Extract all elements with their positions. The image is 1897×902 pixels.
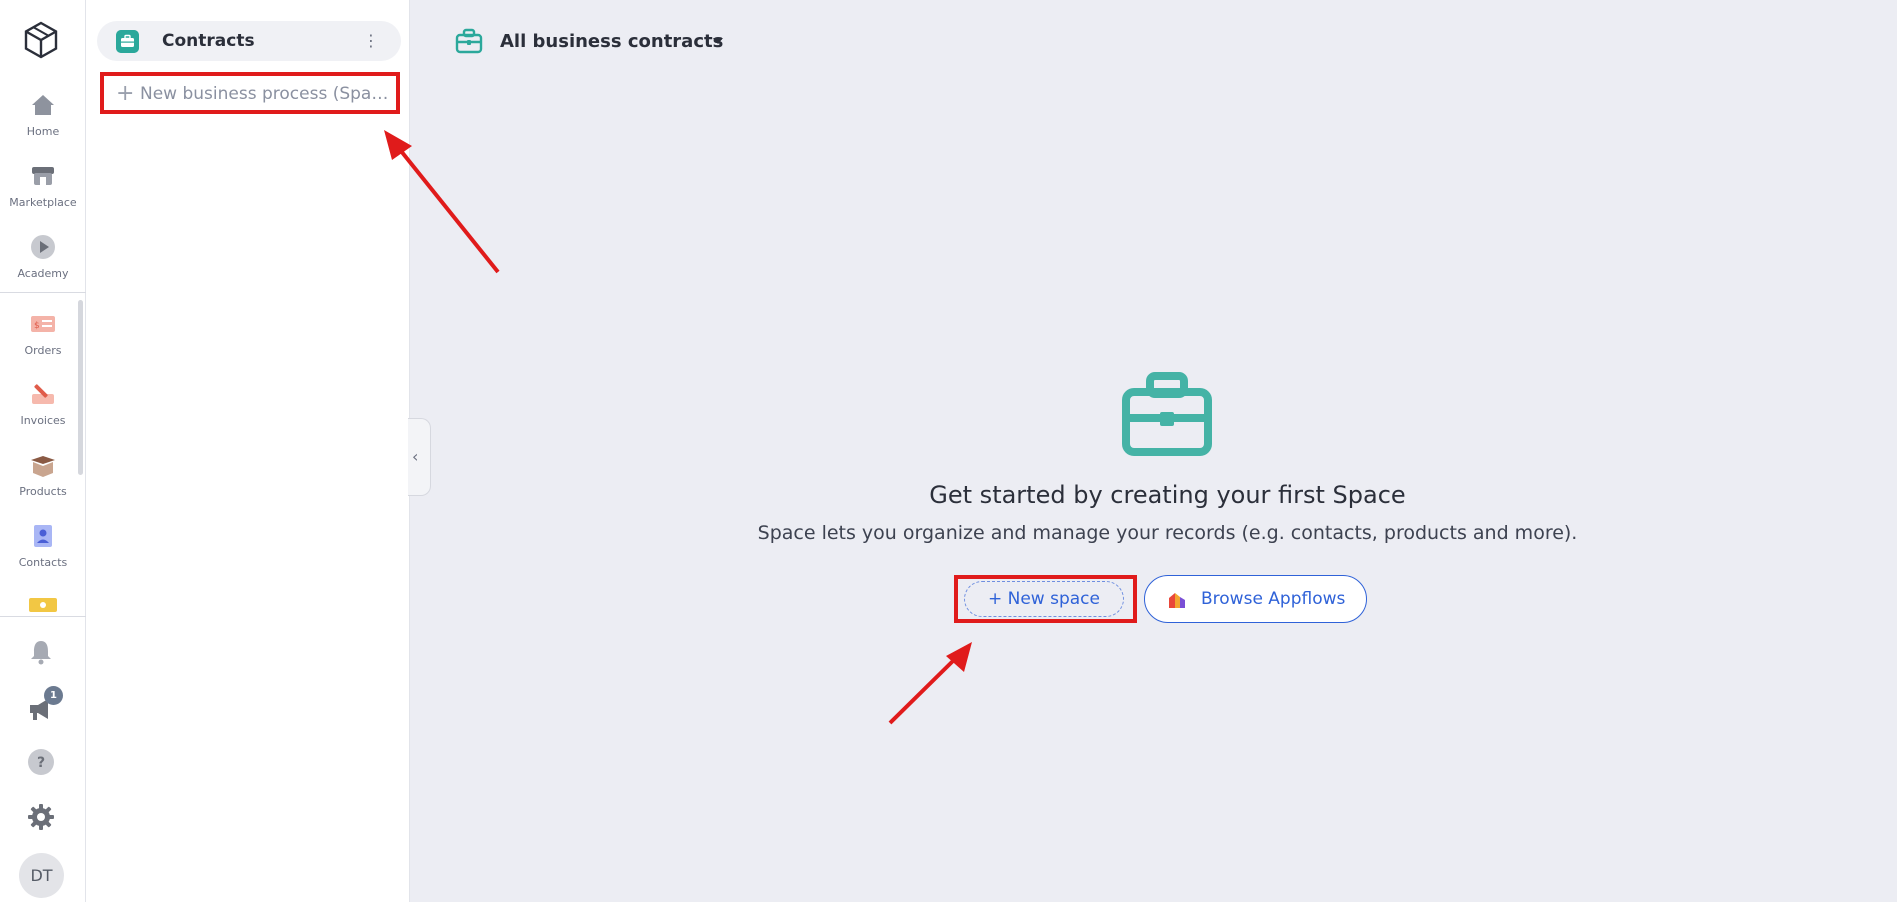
rail-item-label: Contacts	[18, 556, 68, 569]
rail-item-invoices[interactable]: Invoices	[0, 380, 86, 427]
cash-icon[interactable]	[29, 598, 57, 612]
browse-appflows-label: Browse Appflows	[1201, 589, 1346, 609]
rail-divider	[0, 292, 86, 293]
rail-item-academy[interactable]: Academy	[0, 233, 86, 280]
notification-badge: 1	[44, 686, 63, 705]
caret-down-icon[interactable]	[710, 33, 726, 49]
rail-item-label: Academy	[17, 267, 69, 280]
help-icon[interactable]: ?	[26, 747, 56, 777]
new-business-process-button[interactable]: + New business process (Space)	[100, 72, 400, 114]
app-title: Contracts	[162, 31, 255, 51]
store-icon	[32, 167, 54, 185]
play-icon	[31, 235, 55, 259]
svg-text:$: $	[34, 321, 40, 331]
home-icon	[32, 95, 54, 115]
more-vertical-icon[interactable]: ⋮	[363, 31, 379, 50]
app-switcher[interactable]: Contracts ⋮	[97, 21, 401, 61]
chevron-left-icon: ‹	[412, 447, 419, 466]
rail-item-label: Orders	[24, 344, 62, 357]
rail-item-label: Home	[26, 125, 60, 138]
rail-item-marketplace[interactable]: Marketplace	[0, 162, 86, 209]
rail-item-products[interactable]: Products	[0, 451, 86, 498]
empty-state-description: Space lets you organize and manage your …	[757, 522, 1578, 544]
rail-item-label: Marketplace	[9, 196, 77, 209]
rail-item-home[interactable]: Home	[0, 91, 86, 138]
rail-item-label: Invoices	[20, 414, 66, 427]
rail-item-orders[interactable]: $ Orders	[0, 310, 86, 357]
briefcase-icon	[1122, 372, 1212, 456]
contacts-icon	[34, 525, 52, 547]
user-avatar[interactable]: DT	[19, 853, 64, 898]
empty-state-title: Get started by creating your first Space	[929, 481, 1406, 509]
view-title: All business contracts	[500, 31, 724, 52]
rail-item-contacts[interactable]: Contacts	[0, 522, 86, 569]
browse-appflows-button[interactable]: Browse Appflows	[1144, 575, 1367, 623]
invoice-icon	[32, 384, 54, 404]
rail-divider	[0, 616, 86, 617]
collapse-sidebar-handle[interactable]: ‹	[408, 418, 431, 496]
gear-icon[interactable]	[26, 802, 56, 832]
secondary-sidebar: Contracts ⋮ + New business process (Spac…	[86, 0, 410, 902]
briefcase-icon	[116, 30, 139, 53]
appflows-icon	[1169, 593, 1185, 608]
rail-scrollbar[interactable]	[78, 300, 83, 475]
new-business-process-label: New business process (Space)	[140, 84, 396, 104]
rail-item-label: Products	[19, 485, 67, 498]
new-space-button[interactable]: + New space	[964, 581, 1124, 617]
orders-icon: $	[31, 316, 55, 332]
svg-text:?: ?	[37, 755, 45, 771]
briefcase-icon	[455, 28, 483, 54]
box-icon	[31, 456, 55, 477]
icon-rail: Home Marketplace Academy $ Orders Invoic…	[0, 0, 86, 902]
plus-icon: +	[116, 81, 135, 106]
app-logo-icon[interactable]	[21, 20, 61, 60]
bell-icon[interactable]	[26, 637, 56, 667]
